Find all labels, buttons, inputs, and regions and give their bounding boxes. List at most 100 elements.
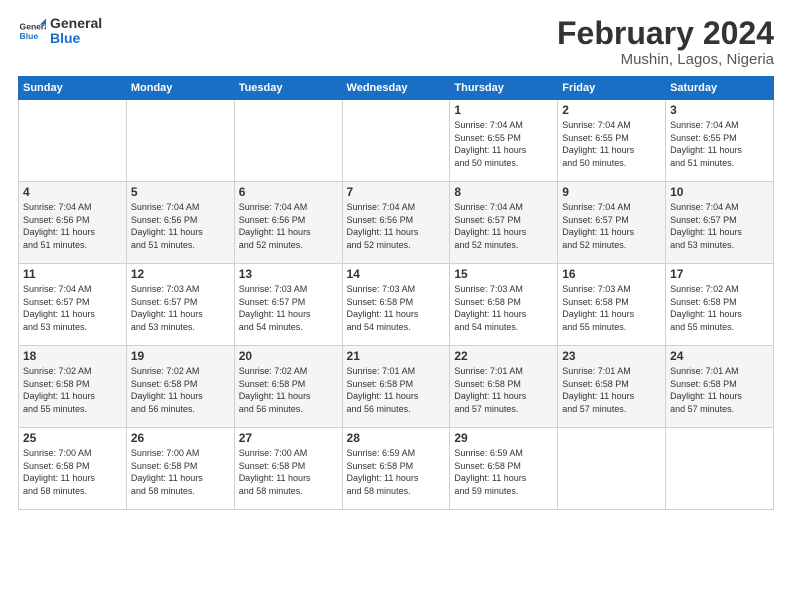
calendar-cell: 20Sunrise: 7:02 AM Sunset: 6:58 PM Dayli… [234, 346, 342, 428]
day-number: 13 [239, 267, 338, 281]
page-title: February 2024 [557, 16, 774, 51]
day-info: Sunrise: 7:01 AM Sunset: 6:58 PM Dayligh… [562, 365, 661, 415]
day-number: 3 [670, 103, 769, 117]
day-info: Sunrise: 7:03 AM Sunset: 6:57 PM Dayligh… [131, 283, 230, 333]
day-info: Sunrise: 7:04 AM Sunset: 6:57 PM Dayligh… [454, 201, 553, 251]
day-number: 6 [239, 185, 338, 199]
calendar-cell: 29 Sunrise: 6:59 AM Sunset: 6:58 PM Dayli… [450, 428, 558, 510]
calendar-cell: 2 Sunrise: 7:04 AM Sunset: 6:55 PM Daylig… [558, 100, 666, 182]
day-info: Sunrise: 7:04 AM Sunset: 6:55 PM Dayligh… [562, 119, 661, 169]
calendar-week-row: 11 Sunrise: 7:04 AM Sunset: 6:57 PM Dayli… [19, 264, 774, 346]
page-subtitle: Mushin, Lagos, Nigeria [557, 51, 774, 68]
calendar-cell: 10Sunrise: 7:04 AM Sunset: 6:57 PM Dayli… [666, 182, 774, 264]
weekday-header-cell: Saturday [666, 77, 774, 100]
calendar-cell: 28Sunrise: 6:59 AM Sunset: 6:58 PM Dayli… [342, 428, 450, 510]
day-number: 12 [131, 267, 230, 281]
day-number: 14 [347, 267, 446, 281]
calendar-cell: 12 Sunrise: 7:03 AM Sunset: 6:57 PM Dayli… [126, 264, 234, 346]
day-number: 10 [670, 185, 769, 199]
calendar-cell: 6Sunrise: 7:04 AM Sunset: 6:56 PM Daylig… [234, 182, 342, 264]
day-number: 18 [23, 349, 122, 363]
calendar-cell: 4 Sunrise: 7:04 AM Sunset: 6:56 PM Daylig… [19, 182, 127, 264]
day-number: 26 [131, 431, 230, 445]
day-info: Sunrise: 7:04 AM Sunset: 6:57 PM Dayligh… [562, 201, 661, 251]
calendar-cell: 15 Sunrise: 7:03 AM Sunset: 6:58 PM Dayli… [450, 264, 558, 346]
weekday-header-row: SundayMondayTuesdayWednesdayThursdayFrid… [19, 77, 774, 100]
day-number: 19 [131, 349, 230, 363]
day-number: 15 [454, 267, 553, 281]
day-info: Sunrise: 7:02 AM Sunset: 6:58 PM Dayligh… [23, 365, 122, 415]
day-info: Sunrise: 7:00 AM Sunset: 6:58 PM Dayligh… [239, 447, 338, 497]
day-info: Sunrise: 7:01 AM Sunset: 6:58 PM Dayligh… [670, 365, 769, 415]
day-number: 29 [454, 431, 553, 445]
calendar-cell [126, 100, 234, 182]
weekday-header-cell: Monday [126, 77, 234, 100]
calendar-cell: 18 Sunrise: 7:02 AM Sunset: 6:58 PM Dayli… [19, 346, 127, 428]
day-info: Sunrise: 6:59 AM Sunset: 6:58 PM Dayligh… [454, 447, 553, 497]
day-number: 11 [23, 267, 122, 281]
calendar-cell: 27 Sunrise: 7:00 AM Sunset: 6:58 PM Dayli… [234, 428, 342, 510]
weekday-header-cell: Thursday [450, 77, 558, 100]
day-info: Sunrise: 7:02 AM Sunset: 6:58 PM Dayligh… [670, 283, 769, 333]
calendar-cell [234, 100, 342, 182]
calendar-cell: 11 Sunrise: 7:04 AM Sunset: 6:57 PM Dayli… [19, 264, 127, 346]
day-number: 21 [347, 349, 446, 363]
calendar-cell: 3 Sunrise: 7:04 AM Sunset: 6:55 PM Daylig… [666, 100, 774, 182]
calendar-cell: 16 Sunrise: 7:03 AM Sunset: 6:58 PM Dayli… [558, 264, 666, 346]
day-number: 2 [562, 103, 661, 117]
calendar-cell: 25Sunrise: 7:00 AM Sunset: 6:58 PM Dayli… [19, 428, 127, 510]
weekday-header-cell: Sunday [19, 77, 127, 100]
calendar-week-row: 18 Sunrise: 7:02 AM Sunset: 6:58 PM Dayli… [19, 346, 774, 428]
calendar-cell [19, 100, 127, 182]
calendar-cell [666, 428, 774, 510]
day-number: 5 [131, 185, 230, 199]
day-number: 28 [347, 431, 446, 445]
day-info: Sunrise: 7:03 AM Sunset: 6:58 PM Dayligh… [562, 283, 661, 333]
day-number: 17 [670, 267, 769, 281]
calendar-cell: 24 Sunrise: 7:01 AM Sunset: 6:58 PM Dayli… [666, 346, 774, 428]
day-number: 25 [23, 431, 122, 445]
day-number: 24 [670, 349, 769, 363]
day-number: 8 [454, 185, 553, 199]
logo: General Blue General Blue [18, 16, 102, 47]
day-info: Sunrise: 7:03 AM Sunset: 6:58 PM Dayligh… [454, 283, 553, 333]
calendar-cell: 19Sunrise: 7:02 AM Sunset: 6:58 PM Dayli… [126, 346, 234, 428]
calendar-table: SundayMondayTuesdayWednesdayThursdayFrid… [18, 76, 774, 510]
day-info: Sunrise: 7:04 AM Sunset: 6:55 PM Dayligh… [454, 119, 553, 169]
day-info: Sunrise: 7:01 AM Sunset: 6:58 PM Dayligh… [454, 365, 553, 415]
calendar-week-row: 4 Sunrise: 7:04 AM Sunset: 6:56 PM Daylig… [19, 182, 774, 264]
header: General Blue General Blue February 2024 … [18, 16, 774, 68]
calendar-week-row: 1 Sunrise: 7:04 AM Sunset: 6:55 PM Daylig… [19, 100, 774, 182]
day-number: 16 [562, 267, 661, 281]
day-info: Sunrise: 7:04 AM Sunset: 6:57 PM Dayligh… [23, 283, 122, 333]
calendar-cell: 14 Sunrise: 7:03 AM Sunset: 6:58 PM Dayli… [342, 264, 450, 346]
day-info: Sunrise: 7:04 AM Sunset: 6:56 PM Dayligh… [347, 201, 446, 251]
day-number: 1 [454, 103, 553, 117]
day-info: Sunrise: 7:01 AM Sunset: 6:58 PM Dayligh… [347, 365, 446, 415]
calendar-cell: 22 Sunrise: 7:01 AM Sunset: 6:58 PM Dayli… [450, 346, 558, 428]
day-number: 23 [562, 349, 661, 363]
calendar-cell: 23 Sunrise: 7:01 AM Sunset: 6:58 PM Dayli… [558, 346, 666, 428]
calendar-cell: 7Sunrise: 7:04 AM Sunset: 6:56 PM Daylig… [342, 182, 450, 264]
logo-icon: General Blue [18, 17, 46, 45]
svg-text:Blue: Blue [20, 31, 39, 41]
page: General Blue General Blue February 2024 … [0, 0, 792, 612]
day-number: 27 [239, 431, 338, 445]
calendar-cell: 21 Sunrise: 7:01 AM Sunset: 6:58 PM Dayli… [342, 346, 450, 428]
day-info: Sunrise: 7:03 AM Sunset: 6:57 PM Dayligh… [239, 283, 338, 333]
calendar-cell: 8 Sunrise: 7:04 AM Sunset: 6:57 PM Daylig… [450, 182, 558, 264]
day-number: 4 [23, 185, 122, 199]
day-info: Sunrise: 7:03 AM Sunset: 6:58 PM Dayligh… [347, 283, 446, 333]
calendar-cell: 9 Sunrise: 7:04 AM Sunset: 6:57 PM Daylig… [558, 182, 666, 264]
day-info: Sunrise: 7:04 AM Sunset: 6:56 PM Dayligh… [23, 201, 122, 251]
day-info: Sunrise: 7:04 AM Sunset: 6:56 PM Dayligh… [131, 201, 230, 251]
day-number: 9 [562, 185, 661, 199]
day-info: Sunrise: 7:02 AM Sunset: 6:58 PM Dayligh… [239, 365, 338, 415]
day-number: 22 [454, 349, 553, 363]
weekday-header-cell: Friday [558, 77, 666, 100]
day-info: Sunrise: 7:00 AM Sunset: 6:58 PM Dayligh… [131, 447, 230, 497]
calendar-week-row: 25 Sunrise: 7:00 AM Sunset: 6:58 PM Dayli… [19, 428, 774, 510]
title-block: February 2024 Mushin, Lagos, Nigeria [557, 16, 774, 68]
weekday-header-cell: Tuesday [234, 77, 342, 100]
day-info: Sunrise: 7:04 AM Sunset: 6:55 PM Dayligh… [670, 119, 769, 169]
